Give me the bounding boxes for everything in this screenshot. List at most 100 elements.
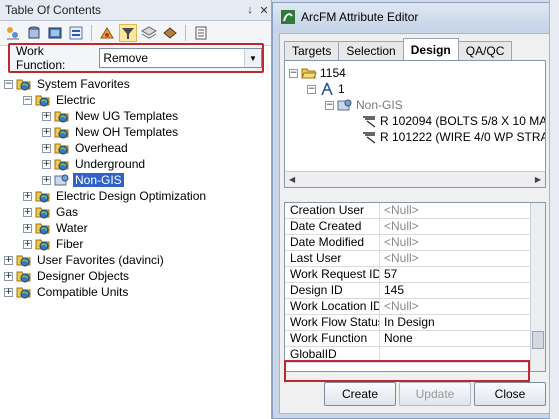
toc-tree-item[interactable]: + Water [4,220,270,236]
attribute-value[interactable]: <Null> [380,299,545,314]
toc-tree-item[interactable]: + Overhead [4,140,270,156]
table-of-contents-panel: Table Of Contents ↓ ✕ Work Function: Rem… [0,0,272,419]
tab-design[interactable]: Design [402,38,459,60]
expand-icon[interactable]: + [42,159,51,169]
expand-icon[interactable]: + [23,207,32,217]
attribute-name: Work Function [285,331,380,346]
attribute-value[interactable]: <Null> [380,219,545,234]
attribute-value[interactable] [380,347,545,362]
attribute-row[interactable]: Design ID 145 [285,283,545,299]
compatible-unit-icon [363,116,376,128]
collapse-icon[interactable]: − [307,84,316,94]
compatible-unit-icon [363,132,376,144]
folder-globe-icon [54,141,70,155]
attribute-value[interactable]: <Null> [380,251,545,266]
tab-targets[interactable]: Targets [284,41,340,60]
collapse-icon[interactable]: − [23,95,32,105]
expand-icon[interactable]: + [42,143,51,153]
attribute-row[interactable]: Work Flow Status In Design [285,315,545,331]
design-tree-item[interactable]: R 102094 (BOLTS 5/8 X 10 MACH [361,113,545,129]
attribute-row[interactable]: Date Modified <Null> [285,235,545,251]
attribute-name: Work Location ID [285,299,380,314]
pin-icon[interactable]: ↓ [243,4,257,16]
attribute-row[interactable]: Work Function None [285,331,545,347]
attribute-name: Date Created [285,219,380,234]
design-tree-item[interactable]: R 101222 (WIRE 4/0 WP STRAND [361,129,545,145]
list-by-source-icon[interactable] [25,24,43,42]
attribute-value[interactable]: <Null> [380,203,545,218]
tab-selection[interactable]: Selection [338,41,404,60]
list-by-selection-icon[interactable] [67,24,85,42]
toc-tree-item-label: New UG Templates [75,109,179,123]
attribute-name: Last User [285,251,380,266]
list-by-drawing-order-icon[interactable] [4,24,22,42]
non-gis-icon [54,173,70,187]
attribute-row[interactable]: Creation User <Null> [285,203,545,219]
expand-icon[interactable]: + [4,255,13,265]
toc-tree-item[interactable]: + Electric Design Optimization [4,188,270,204]
toc-tree-item[interactable]: + Underground [4,156,270,172]
collapse-icon[interactable]: − [325,100,334,110]
attribute-row[interactable]: GlobalID [285,347,545,363]
toc-tree-item[interactable]: + User Favorites (davinci) [4,252,270,268]
toc-tree-item[interactable]: + Gas [4,204,270,220]
expand-icon[interactable]: + [4,287,13,297]
stored-display-icon[interactable] [161,24,179,42]
folder-globe-icon [35,237,51,251]
editor-client-area: Targets Selection Design QA/QC − 1154 − 1 −… [279,33,552,414]
expand-icon[interactable]: + [42,175,51,185]
scroll-right-icon[interactable]: ▶ [535,175,541,184]
attribute-rows: Creation User <Null> Date Created <Null> Dat… [285,203,545,363]
attribute-value[interactable]: None [380,331,545,346]
toc-tree-item[interactable]: + New UG Templates [4,108,270,124]
work-function-dropdown[interactable]: Remove ▼ [99,48,262,68]
close-button[interactable]: Close [474,382,546,406]
toc-tree-item[interactable]: + Designer Objects [4,268,270,284]
vertical-scrollbar[interactable] [530,203,545,371]
work-function-label: Work Function: [16,44,66,72]
expand-icon[interactable]: + [23,239,32,249]
attribute-row[interactable]: Work Location ID <Null> [285,299,545,315]
design-tree-root-row[interactable]: − 1154 [289,65,346,81]
toc-tree-item-label: Non-GIS [73,173,124,187]
expand-icon[interactable]: + [4,271,13,281]
favorites-filter-icon[interactable] [119,24,137,42]
collapse-icon[interactable]: − [4,79,13,89]
attribute-value[interactable]: 145 [380,283,545,298]
scrollbar-thumb[interactable] [532,331,544,349]
scroll-left-icon[interactable]: ◀ [289,175,295,184]
collapse-icon[interactable]: − [289,68,298,78]
toc-tree-item[interactable]: − System Favorites [4,76,270,92]
tab-qa-qc[interactable]: QA/QC [457,41,513,60]
arcfm-design-icon[interactable] [98,24,116,42]
chevron-down-icon[interactable]: ▼ [244,49,261,67]
toc-tree-item[interactable]: + New OH Templates [4,124,270,140]
design-tree-node-row[interactable]: − 1 [307,81,345,97]
attribute-row[interactable]: Last User <Null> [285,251,545,267]
attribute-value[interactable]: <Null> [380,235,545,250]
attribute-value[interactable]: 57 [380,267,545,282]
toc-tree-item[interactable]: + Compatible Units [4,284,270,300]
close-icon[interactable]: ✕ [257,4,271,17]
toc-tree-item[interactable]: + Non-GIS [4,172,270,188]
layers-icon[interactable] [140,24,158,42]
options-icon[interactable] [192,24,210,42]
update-button[interactable]: Update [399,382,471,406]
expand-icon[interactable]: + [42,111,51,121]
attribute-row[interactable]: Work Request ID 57 [285,267,545,283]
expand-icon[interactable]: + [23,223,32,233]
attribute-name: Work Request ID [285,267,380,282]
expand-icon[interactable]: + [23,191,32,201]
horizontal-scrollbar[interactable]: ◀ ▶ [285,171,545,187]
design-tree-group-row[interactable]: − Non-GIS [325,97,403,113]
attribute-editor-window: ArcFM Attribute Editor Targets Selection D… [272,2,559,419]
attribute-value[interactable]: In Design [380,315,545,330]
list-by-visibility-icon[interactable] [46,24,64,42]
expand-icon[interactable]: + [42,127,51,137]
attribute-row[interactable]: Date Created <Null> [285,219,545,235]
toc-tree-item[interactable]: + Fiber [4,236,270,252]
create-button[interactable]: Create [324,382,396,406]
attribute-name: GlobalID [285,347,380,362]
toc-tree-item[interactable]: − Electric [4,92,270,108]
toc-tree-item-label: Electric [56,93,96,107]
